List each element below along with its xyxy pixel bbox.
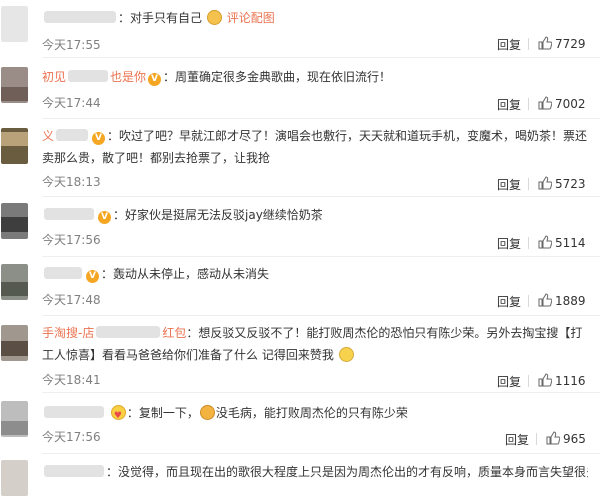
- verified-badge-icon: V: [92, 132, 106, 145]
- commenter-name[interactable]: 手淘搜-店 红包: [42, 326, 186, 340]
- like-button[interactable]: 7729: [538, 36, 586, 51]
- verified-badge-icon: V: [86, 270, 99, 283]
- reply-button[interactable]: 回复: [497, 36, 521, 53]
- comment-text: 复制一下，: [138, 406, 199, 420]
- commenter-name[interactable]: [44, 208, 94, 220]
- action-divider: [528, 375, 529, 387]
- like-count: 965: [563, 432, 586, 446]
- thumbs-up-icon: [546, 431, 560, 445]
- comment-time: 今天17:56: [42, 233, 101, 247]
- comment-time: 今天18:41: [42, 373, 101, 387]
- comment-time: 今天17:56: [42, 430, 101, 444]
- action-divider: [528, 237, 529, 249]
- commenter-name[interactable]: 义: [42, 129, 90, 143]
- like-button[interactable]: 7002: [538, 96, 586, 111]
- avatar[interactable]: [1, 401, 28, 437]
- comment-time: 今天17:48: [42, 293, 101, 307]
- thumbs-up-icon: [538, 235, 552, 249]
- thumbs-up-icon: [538, 176, 552, 190]
- like-count: 5723: [555, 177, 586, 191]
- comment-time: 今天18:13: [42, 175, 101, 189]
- avatar[interactable]: [1, 6, 28, 42]
- thumbs-up-icon: [538, 96, 552, 110]
- like-count: 7729: [555, 37, 586, 51]
- commenter-name[interactable]: 初见 也是你: [42, 70, 146, 84]
- avatar[interactable]: [1, 67, 28, 103]
- commenter-name[interactable]: [44, 406, 104, 418]
- thumbs-up-icon: [538, 36, 552, 50]
- cat-emoji-icon: [199, 405, 215, 420]
- comment-text: 对手只有自己: [130, 11, 203, 25]
- reply-button[interactable]: 回复: [505, 431, 529, 448]
- action-divider: [528, 295, 529, 307]
- action-divider: [528, 38, 529, 50]
- avatar[interactable]: [1, 460, 28, 496]
- heart-eyes-emoji-icon: [110, 405, 126, 427]
- comment-text: 周董确定很多金典歌曲，现在依旧流行！: [175, 70, 392, 84]
- comment-text: 轰动从未停止，感动从未消失: [113, 267, 270, 281]
- thumb-emoji-icon: [206, 10, 222, 25]
- comment-divider: [42, 118, 600, 119]
- like-button[interactable]: 5114: [538, 235, 586, 250]
- avatar[interactable]: [1, 203, 28, 239]
- reply-button[interactable]: 回复: [497, 96, 521, 113]
- comment-divider: [42, 256, 600, 257]
- reply-button[interactable]: 回复: [497, 373, 521, 390]
- reply-button[interactable]: 回复: [497, 293, 521, 310]
- like-button[interactable]: 1889: [538, 293, 586, 308]
- reply-button[interactable]: 回复: [497, 176, 521, 193]
- thumbs-up-icon: [538, 293, 552, 307]
- avatar[interactable]: [1, 264, 28, 300]
- comment-divider: [42, 315, 600, 316]
- comment-time: 今天17:55: [42, 38, 101, 52]
- comment-divider: [42, 392, 600, 393]
- verified-badge-icon: V: [148, 73, 162, 86]
- commenter-name[interactable]: [44, 465, 104, 477]
- comment-time: 今天17:44: [42, 96, 101, 110]
- comment-text-continued: 没毛病，能打败周杰伦的只有陈少荣: [215, 406, 408, 420]
- like-button[interactable]: 965: [546, 431, 586, 446]
- commenter-name[interactable]: [44, 11, 116, 23]
- action-divider: [528, 178, 529, 190]
- verified-badge-icon: V: [98, 211, 111, 224]
- commenter-name[interactable]: [44, 267, 82, 279]
- like-button[interactable]: 5723: [538, 176, 586, 191]
- comment-text: 没觉得，而且现在出的歌很大程度上只是因为周杰伦出的才有反响，质量本身而言失望很多: [118, 465, 588, 479]
- action-divider: [536, 433, 537, 445]
- avatar[interactable]: [1, 325, 28, 361]
- thumbs-up-icon: [538, 373, 552, 387]
- like-count: 1889: [555, 294, 586, 308]
- action-divider: [528, 98, 529, 110]
- comment-divider: [42, 57, 600, 58]
- like-count: 1116: [555, 374, 586, 388]
- comment-divider: [42, 196, 600, 197]
- comment-text: 好家伙是挺屌无法反驳jay继续恰奶茶: [125, 208, 323, 222]
- like-button[interactable]: 1116: [538, 373, 586, 388]
- like-count: 7002: [555, 97, 586, 111]
- avatar[interactable]: [1, 128, 28, 164]
- like-count: 5114: [555, 236, 586, 250]
- reply-button[interactable]: 回复: [497, 235, 521, 252]
- comment-divider: [42, 453, 600, 454]
- comment-image-link[interactable]: 评论配图: [227, 11, 275, 25]
- grin-emoji-icon: [338, 347, 354, 362]
- comment-text: 吹过了吧？早就江郎才尽了！演唱会也敷行，天天就和道玩手机，变魔术，喝奶茶！票还卖…: [42, 129, 588, 165]
